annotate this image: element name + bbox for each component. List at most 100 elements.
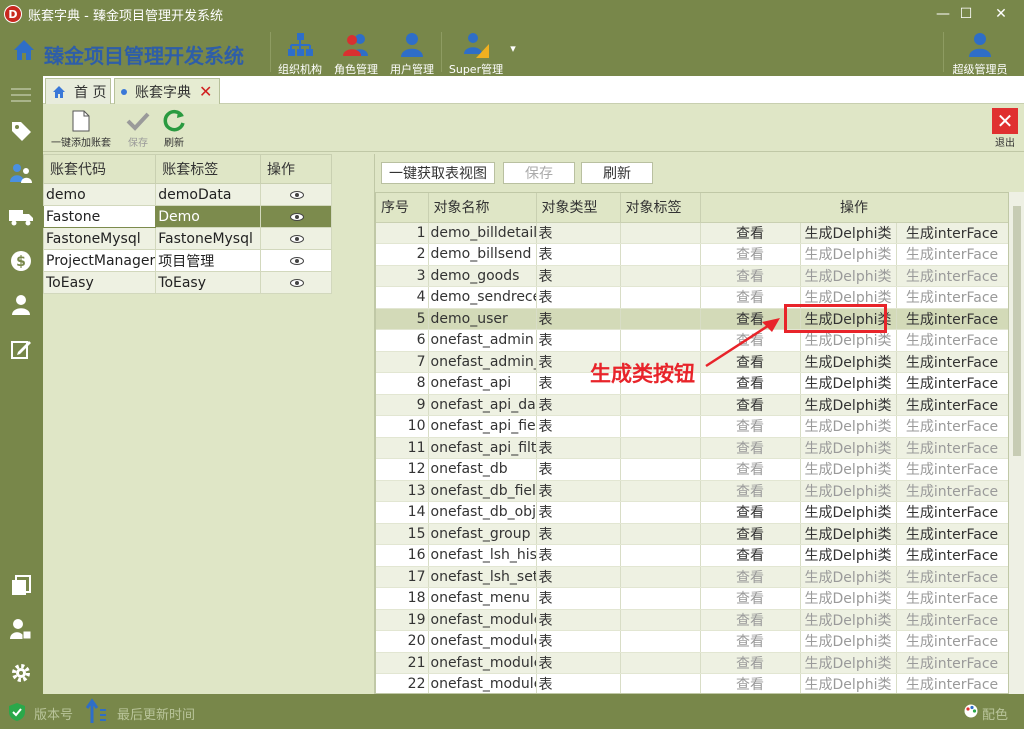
object-name[interactable]: onefast_lsh_set	[428, 566, 537, 588]
view-button[interactable]: 查看	[736, 226, 764, 242]
vertical-scrollbar[interactable]	[1009, 192, 1024, 694]
generate-interface-button[interactable]: 生成interFace	[906, 591, 998, 607]
table-row[interactable]: 21 onefast_module 表 查看 生成Delphi类 生成interFace	[376, 652, 1008, 674]
object-label[interactable]	[620, 587, 701, 610]
palette-icon[interactable]	[964, 704, 978, 718]
object-name[interactable]: onefast_module	[428, 673, 537, 693]
object-label[interactable]	[620, 222, 701, 244]
view-button[interactable]: 查看	[736, 269, 764, 285]
menu-icon[interactable]	[8, 82, 34, 108]
generate-interface-button[interactable]: 生成interFace	[906, 376, 998, 392]
view-eye-icon[interactable]	[259, 249, 333, 272]
object-name[interactable]: onefast_admin_	[428, 351, 537, 373]
table-row[interactable]: 18 onefast_menu 表 查看 生成Delphi类 生成interFace	[376, 587, 1008, 610]
object-name[interactable]: demo_billsend	[428, 243, 537, 266]
generate-delphi-class-button[interactable]: 生成Delphi类	[805, 462, 892, 478]
object-name[interactable]: onefast_module	[428, 652, 537, 674]
object-name[interactable]: demo_billdetail	[428, 222, 537, 244]
generate-interface-button[interactable]: 生成interFace	[906, 398, 998, 414]
generate-delphi-class-button[interactable]: 生成Delphi类	[805, 419, 892, 435]
table-row[interactable]: FastoneMysql FastoneMysql	[42, 227, 333, 250]
col-object-type[interactable]: 对象类型	[536, 193, 621, 223]
finance-icon[interactable]: $	[8, 248, 34, 274]
object-label[interactable]	[620, 415, 701, 438]
generate-interface-button[interactable]: 生成interFace	[906, 312, 998, 328]
object-name[interactable]: onefast_module	[428, 630, 537, 653]
view-button[interactable]: 查看	[736, 613, 764, 629]
object-label[interactable]	[620, 394, 701, 416]
object-label[interactable]	[620, 523, 701, 545]
add-account-button[interactable]: 一键添加账套	[49, 108, 113, 149]
exit-button[interactable]: ✕ 退出	[992, 108, 1018, 149]
generate-delphi-class-button[interactable]: 生成Delphi类	[805, 570, 892, 586]
view-button[interactable]: 查看	[736, 548, 764, 564]
table-row[interactable]: 19 onefast_module 表 查看 生成Delphi类 生成interFace	[376, 609, 1008, 631]
object-name[interactable]: demo_sendrece	[428, 286, 537, 309]
view-button[interactable]: 查看	[736, 419, 764, 435]
col-no[interactable]: 序号	[376, 193, 429, 223]
theme-button[interactable]: 配色	[982, 704, 1008, 723]
close-tab-icon[interactable]: ✕	[199, 82, 212, 101]
generate-interface-button[interactable]: 生成interFace	[906, 247, 998, 263]
view-button[interactable]: 查看	[736, 591, 764, 607]
table-row[interactable]: 4 demo_sendrece 表查看 生成Delphi类 生成interFace	[376, 286, 1008, 309]
object-label[interactable]	[620, 652, 701, 674]
role-management-button[interactable]: 角色管理	[328, 30, 384, 76]
object-name[interactable]: onefast_api	[428, 372, 537, 395]
generate-delphi-class-button[interactable]: 生成Delphi类	[805, 376, 892, 392]
generate-interface-button[interactable]: 生成interFace	[906, 656, 998, 672]
generate-interface-button[interactable]: 生成interFace	[906, 226, 998, 242]
col-actions[interactable]: 操作	[700, 193, 1008, 223]
table-row[interactable]: ToEasy ToEasy	[42, 271, 333, 294]
table-row[interactable]: demo demoData	[42, 183, 333, 206]
generate-interface-button[interactable]: 生成interFace	[906, 419, 998, 435]
object-label[interactable]	[620, 437, 701, 459]
col-object-label[interactable]: 对象标签	[620, 193, 701, 223]
object-name[interactable]: onefast_menu	[428, 587, 537, 610]
table-row[interactable]: 16 onefast_lsh_his 表 查看 生成Delphi类 生成interFace	[376, 544, 1008, 567]
table-row[interactable]: Fastone Demo	[42, 205, 333, 228]
object-label[interactable]	[620, 329, 701, 352]
generate-delphi-class-button[interactable]: 生成Delphi类	[805, 505, 892, 521]
view-button[interactable]: 查看	[736, 484, 764, 500]
org-structure-button[interactable]: 组织机构	[272, 30, 328, 76]
generate-interface-button[interactable]: 生成interFace	[906, 269, 998, 285]
view-button[interactable]: 查看	[736, 677, 764, 693]
object-label[interactable]	[620, 265, 701, 287]
generate-interface-button[interactable]: 生成interFace	[906, 505, 998, 521]
generate-interface-button[interactable]: 生成interFace	[906, 634, 998, 650]
table-row[interactable]: 5 demo_user 表查看 生成Delphi类 生成interFace	[376, 308, 1008, 330]
generate-delphi-class-button[interactable]: 生成Delphi类	[805, 677, 892, 693]
table-row[interactable]: 17 onefast_lsh_set 表 查看 生成Delphi类 生成interFace	[376, 566, 1008, 588]
view-button[interactable]: 查看	[736, 527, 764, 543]
object-label[interactable]	[620, 673, 701, 693]
generate-delphi-class-button[interactable]: 生成Delphi类	[805, 634, 892, 650]
generate-delphi-class-button[interactable]: 生成Delphi类	[805, 548, 892, 564]
object-name[interactable]: onefast_api_filte	[428, 437, 537, 459]
tab-home[interactable]: 首 页	[45, 78, 111, 104]
table-row[interactable]: 11 onefast_api_filte 表 查看 生成Delphi类 生成interFa…	[376, 437, 1008, 459]
view-button[interactable]: 查看	[736, 398, 764, 414]
table-row[interactable]: 6 onefast_admin 表查看 生成Delphi类 生成interFace	[376, 329, 1008, 352]
generate-delphi-class-button[interactable]: 生成Delphi类	[805, 333, 892, 349]
table-row[interactable]: 2 demo_billsend 表 查看 生成Delphi类 生成interFace	[376, 243, 1008, 266]
generate-interface-button[interactable]: 生成interFace	[906, 484, 998, 500]
generate-interface-button[interactable]: 生成interFace	[906, 290, 998, 306]
generate-interface-button[interactable]: 生成interFace	[906, 570, 998, 586]
admin-user-button[interactable]: 超级管理员	[950, 30, 1010, 76]
user-settings-icon[interactable]	[8, 616, 34, 642]
generate-interface-button[interactable]: 生成interFace	[906, 613, 998, 629]
object-name[interactable]: demo_user	[428, 308, 537, 330]
table-row[interactable]: 13 onefast_db_fielc 表 查看 生成Delphi类 生成interFac…	[376, 480, 1008, 502]
table-row[interactable]: 15 onefast_group 表 查看 生成Delphi类 生成interFace	[376, 523, 1008, 545]
view-button[interactable]: 查看	[736, 247, 764, 263]
object-name[interactable]: onefast_admin	[428, 329, 537, 352]
object-name[interactable]: onefast_db_fielc	[428, 480, 537, 502]
truck-icon[interactable]	[8, 204, 34, 230]
object-label[interactable]	[620, 630, 701, 653]
table-row[interactable]: 14 onefast_db_obj 表 查看 生成Delphi类 生成interFace	[376, 501, 1008, 524]
generate-delphi-class-button[interactable]: 生成Delphi类	[805, 527, 892, 543]
tag-icon[interactable]	[8, 118, 34, 144]
generate-interface-button[interactable]: 生成interFace	[906, 548, 998, 564]
super-admin-button[interactable]: Super管理	[448, 30, 504, 76]
